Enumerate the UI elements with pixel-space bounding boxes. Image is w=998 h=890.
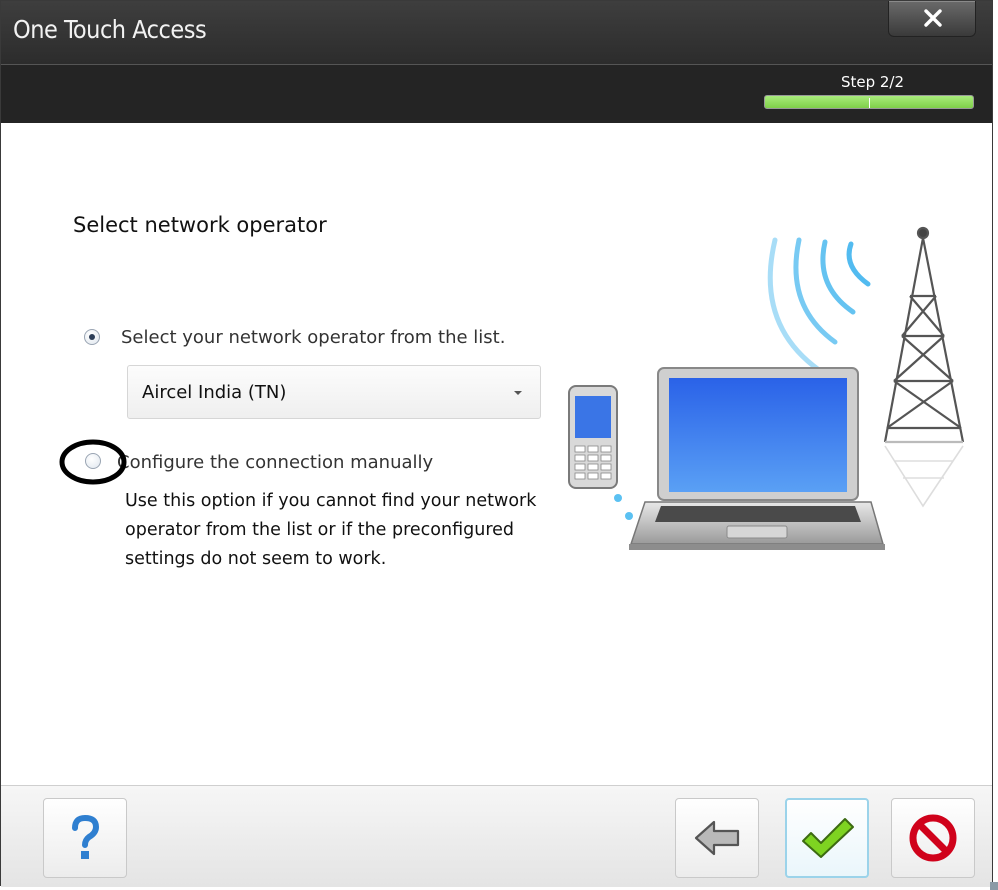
title-bar: One Touch Access: [1, 1, 992, 65]
laptop-phone-tower-illustration: [568, 226, 965, 550]
cancel-button[interactable]: [891, 798, 975, 878]
radio-configure-manually-label[interactable]: Configure the connection manually: [117, 452, 433, 473]
question-mark-icon: [72, 814, 100, 859]
close-button[interactable]: [888, 1, 976, 37]
back-arrow-icon: [694, 820, 740, 856]
radio-select-from-list[interactable]: [84, 329, 100, 345]
wizard-step-bar: Step 2/2: [1, 65, 992, 123]
window-resize-corner[interactable]: [990, 882, 998, 890]
back-button[interactable]: [675, 798, 759, 878]
page-heading: Select network operator: [73, 213, 327, 237]
mobile-phone-icon: [568, 385, 618, 489]
checkmark-icon: [802, 818, 854, 858]
wireless-signal-icon: [767, 237, 871, 373]
tower-reflection: [884, 445, 964, 508]
hand-drawn-circle-annotation: [59, 439, 127, 485]
cancel-icon: [909, 814, 957, 862]
network-operator-select[interactable]: Aircel India (TN): [127, 365, 541, 419]
wizard-progress-bar: [764, 95, 974, 109]
chevron-down-icon: [514, 391, 522, 395]
wizard-footer: [1, 785, 992, 887]
laptop-icon: [629, 367, 885, 550]
manual-option-help-text: Use this option if you cannot find your …: [125, 491, 537, 569]
finish-button[interactable]: [785, 798, 869, 878]
connection-dots: [614, 494, 633, 520]
progress-step-divider: [869, 98, 870, 108]
radio-selected-dot: [89, 334, 95, 340]
help-button[interactable]: [43, 798, 127, 878]
window-title: One Touch Access: [13, 15, 207, 44]
progress-fill: [765, 96, 973, 108]
step-indicator: Step 2/2: [840, 73, 904, 91]
radio-select-from-list-label[interactable]: Select your network operator from the li…: [121, 327, 505, 348]
cell-tower-icon: [883, 226, 965, 444]
close-x-icon: [924, 9, 942, 27]
network-operator-selected-value: Aircel India (TN): [142, 382, 287, 403]
one-touch-access-window: One Touch Access Step 2/2 Select network…: [0, 0, 993, 887]
